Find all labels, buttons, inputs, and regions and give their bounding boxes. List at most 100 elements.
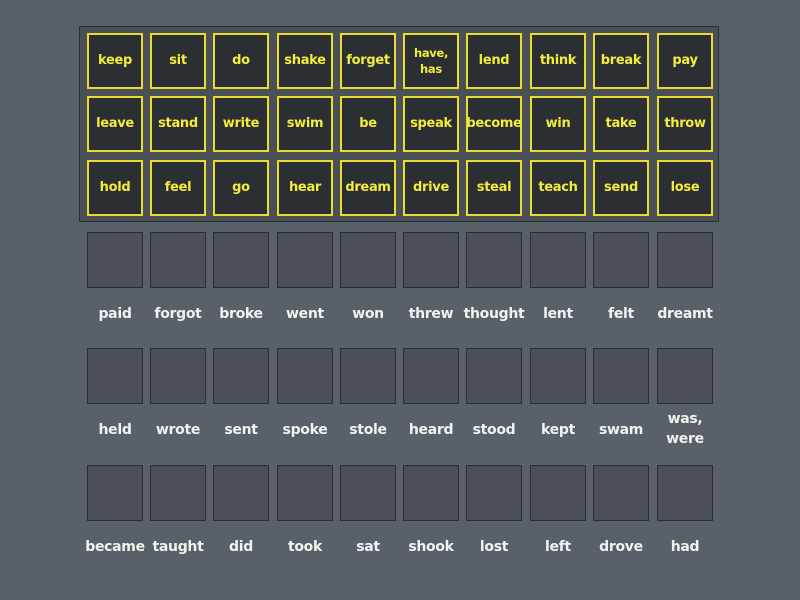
- past-tense-label: threw: [408, 306, 454, 322]
- word-tile[interactable]: drive: [403, 160, 459, 216]
- drop-slot[interactable]: [466, 465, 522, 521]
- word-tile-text: speak: [410, 116, 452, 131]
- word-tile-text: feel: [164, 180, 192, 195]
- word-tile-text: win: [545, 116, 571, 131]
- word-tile-text: steal: [476, 180, 512, 195]
- past-tense-label: left: [545, 539, 571, 555]
- past-tense-label: took: [287, 539, 323, 555]
- past-tense-label: sent: [224, 422, 258, 438]
- word-tile[interactable]: break: [593, 33, 649, 89]
- drop-slot[interactable]: [530, 348, 586, 404]
- word-tile[interactable]: teach: [530, 160, 586, 216]
- past-tense-label: stole: [349, 422, 387, 438]
- past-tense-label: forgot: [154, 306, 202, 322]
- word-tile[interactable]: go: [213, 160, 269, 216]
- drop-slot[interactable]: [150, 232, 206, 288]
- past-tense-label: paid: [98, 306, 132, 322]
- word-tile-text: sit: [169, 53, 187, 68]
- past-tense-label: had: [670, 539, 700, 555]
- word-tile[interactable]: stand: [150, 96, 206, 152]
- word-tile[interactable]: become: [466, 96, 522, 152]
- past-tense-label: did: [229, 539, 253, 555]
- drop-slot[interactable]: [593, 232, 649, 288]
- word-tile[interactable]: be: [340, 96, 396, 152]
- drop-slot[interactable]: [466, 232, 522, 288]
- word-tile-text: keep: [97, 53, 133, 68]
- drop-slot[interactable]: [87, 232, 143, 288]
- word-tile[interactable]: dream: [340, 160, 396, 216]
- drop-slot[interactable]: [87, 348, 143, 404]
- past-tense-label: kept: [541, 422, 575, 438]
- past-tense-label: lent: [543, 306, 573, 322]
- word-tile-text: be: [359, 116, 377, 131]
- drop-slot[interactable]: [340, 465, 396, 521]
- word-tile[interactable]: lose: [657, 160, 713, 216]
- word-tile[interactable]: throw: [657, 96, 713, 152]
- word-tile[interactable]: hold: [87, 160, 143, 216]
- drop-slot[interactable]: [340, 232, 396, 288]
- word-tile-text: go: [232, 180, 250, 195]
- drop-slot[interactable]: [657, 465, 713, 521]
- drop-slot[interactable]: [593, 465, 649, 521]
- word-tile-text: have, has: [413, 46, 449, 76]
- past-tense-label: was, were: [666, 411, 704, 447]
- past-tense-label: taught: [152, 539, 204, 555]
- word-tile-text: think: [539, 53, 577, 68]
- word-tile[interactable]: take: [593, 96, 649, 152]
- word-tile[interactable]: lend: [466, 33, 522, 89]
- word-tile[interactable]: swim: [277, 96, 333, 152]
- past-tense-label: spoke: [282, 422, 328, 438]
- word-tile[interactable]: hear: [277, 160, 333, 216]
- word-tile[interactable]: have, has: [403, 33, 459, 89]
- drop-slot[interactable]: [213, 232, 269, 288]
- word-tile-tray: keep sit do shake forget have, has lend think bre…: [79, 26, 719, 222]
- word-tile-text: break: [600, 53, 642, 68]
- drop-slot[interactable]: [530, 232, 586, 288]
- drop-slot[interactable]: [150, 465, 206, 521]
- drop-slot[interactable]: [277, 465, 333, 521]
- past-tense-label: wrote: [155, 422, 201, 438]
- word-tile-text: send: [604, 180, 638, 195]
- word-tile[interactable]: keep: [87, 33, 143, 89]
- drop-slot[interactable]: [466, 348, 522, 404]
- word-tile[interactable]: sit: [150, 33, 206, 89]
- word-tile-text: hold: [99, 180, 131, 195]
- word-tile-text: shake: [284, 53, 326, 68]
- drop-slot[interactable]: [87, 465, 143, 521]
- word-tile-text: hear: [288, 180, 322, 195]
- word-tile-text: teach: [538, 180, 578, 195]
- word-tile[interactable]: speak: [403, 96, 459, 152]
- drop-slot[interactable]: [657, 232, 713, 288]
- word-tile[interactable]: leave: [87, 96, 143, 152]
- drop-slot[interactable]: [530, 465, 586, 521]
- drop-slot[interactable]: [213, 465, 269, 521]
- drop-slot[interactable]: [403, 232, 459, 288]
- word-tile[interactable]: shake: [277, 33, 333, 89]
- drop-slot[interactable]: [657, 348, 713, 404]
- drop-slot[interactable]: [593, 348, 649, 404]
- word-tile-text: stand: [158, 116, 198, 131]
- past-tense-label: drove: [599, 539, 643, 555]
- word-tile[interactable]: feel: [150, 160, 206, 216]
- drop-slot[interactable]: [150, 348, 206, 404]
- drop-slot[interactable]: [277, 348, 333, 404]
- word-tile[interactable]: send: [593, 160, 649, 216]
- drop-slot[interactable]: [213, 348, 269, 404]
- word-tile-text: take: [605, 116, 637, 131]
- word-tile[interactable]: forget: [340, 33, 396, 89]
- word-tile-text: do: [232, 53, 250, 68]
- word-tile[interactable]: pay: [657, 33, 713, 89]
- drop-slot[interactable]: [403, 348, 459, 404]
- word-tile[interactable]: win: [530, 96, 586, 152]
- drop-slot[interactable]: [403, 465, 459, 521]
- word-tile[interactable]: steal: [466, 160, 522, 216]
- word-tile[interactable]: write: [213, 96, 269, 152]
- drop-slot[interactable]: [340, 348, 396, 404]
- drop-slot[interactable]: [277, 232, 333, 288]
- word-tile-text: leave: [96, 116, 134, 131]
- past-tense-label: shook: [408, 539, 454, 555]
- word-tile[interactable]: do: [213, 33, 269, 89]
- word-tile[interactable]: think: [530, 33, 586, 89]
- past-tense-label: swam: [598, 422, 644, 438]
- past-tense-label: stood: [472, 422, 516, 438]
